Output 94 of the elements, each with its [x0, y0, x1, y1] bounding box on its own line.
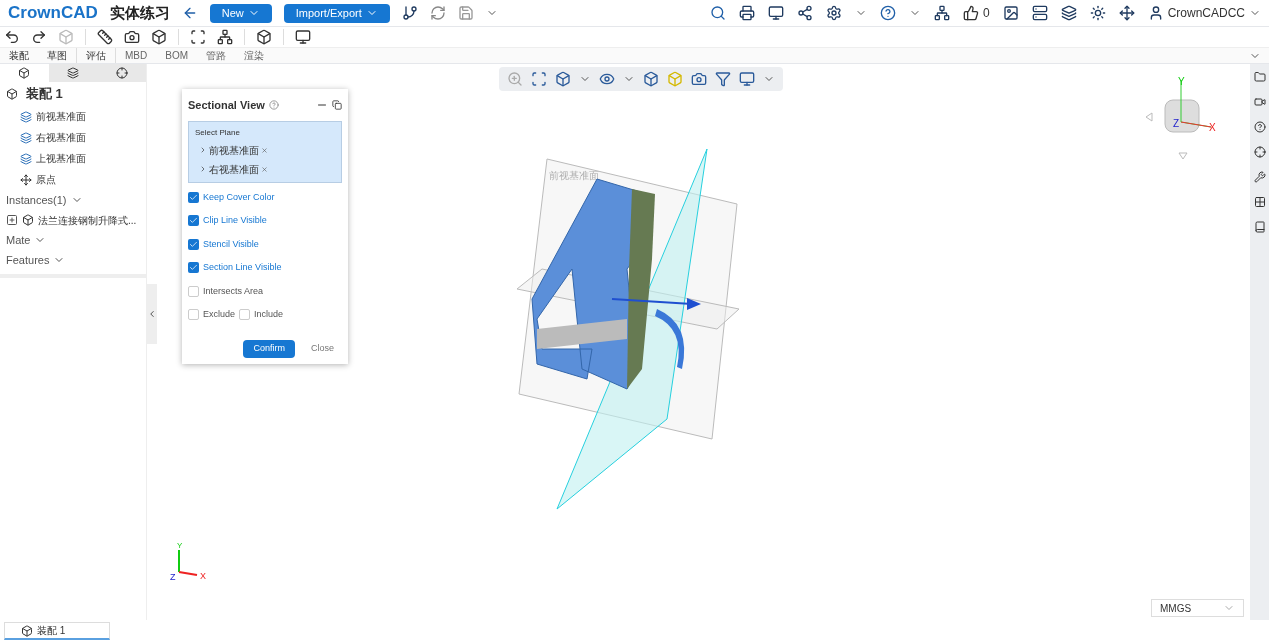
monitor-icon[interactable]: [295, 29, 311, 45]
menu-tab[interactable]: 管路: [197, 48, 235, 63]
section-header[interactable]: Features: [6, 251, 50, 269]
selected-plane: 前视基准面: [209, 143, 259, 158]
monitor-icon[interactable]: [767, 5, 784, 21]
layers-icon[interactable]: [1060, 5, 1077, 21]
menu-tab[interactable]: 装配: [0, 48, 38, 63]
scan-icon[interactable]: [190, 29, 206, 45]
section-header[interactable]: Instances(1): [6, 191, 67, 209]
units-dropdown[interactable]: MMGS: [1151, 599, 1244, 617]
camera-icon[interactable]: [124, 29, 140, 45]
expand-icon[interactable]: [6, 214, 18, 226]
assembly-icon[interactable]: [6, 88, 18, 100]
checkbox[interactable]: [188, 285, 199, 297]
tree-item[interactable]: 前视基准面: [36, 109, 86, 124]
section-header[interactable]: Mate: [6, 231, 31, 249]
toolbar-dropdown-button[interactable]: Import/Export: [283, 3, 390, 23]
checkbox-label[interactable]: Clip Line Visible: [203, 214, 267, 228]
cube-icon: [18, 67, 31, 79]
collapse-handle[interactable]: [147, 284, 157, 344]
cube-icon[interactable]: [256, 29, 272, 45]
folder-icon[interactable]: [1253, 71, 1266, 83]
menu-tab[interactable]: BOM: [156, 48, 197, 63]
hierarchy-icon[interactable]: [217, 29, 233, 45]
chevron-icon[interactable]: [199, 146, 207, 154]
field-label: Select Plane: [195, 126, 241, 139]
crosshair-icon: [115, 67, 128, 79]
cube-icon[interactable]: [555, 71, 571, 87]
fit-view-icon[interactable]: [531, 71, 547, 87]
confirm-button[interactable]: Confirm: [243, 339, 295, 358]
checkbox[interactable]: [188, 262, 199, 274]
filter-icon[interactable]: [715, 71, 731, 87]
menu-tab[interactable]: 渲染: [235, 48, 273, 63]
dialog-title: Sectional View: [188, 98, 265, 113]
checkbox-label[interactable]: Include: [254, 308, 284, 322]
assembly-icon: [21, 624, 33, 637]
undo-icon[interactable]: [4, 29, 20, 45]
tree-item[interactable]: 法兰连接钢制升降式...: [38, 212, 137, 228]
document-title: 实体练习: [109, 2, 170, 23]
branch-icon[interactable]: [401, 5, 418, 21]
ruler-icon[interactable]: [97, 29, 113, 45]
menu-tab[interactable]: 草图: [38, 48, 76, 63]
part-icon[interactable]: [22, 214, 34, 226]
save-icon[interactable]: [457, 5, 474, 21]
eye-icon[interactable]: [599, 71, 615, 87]
menu-tab[interactable]: 评估: [76, 48, 115, 63]
document-tab[interactable]: 装配 1: [4, 622, 110, 640]
checkbox[interactable]: [188, 238, 199, 250]
share-icon[interactable]: [796, 5, 813, 21]
restore-icon[interactable]: [332, 100, 342, 111]
image-icon[interactable]: [1002, 5, 1019, 21]
arrows-icon[interactable]: [1118, 5, 1135, 21]
close-button[interactable]: Close: [311, 341, 334, 356]
checkbox[interactable]: [188, 309, 199, 321]
redo-icon[interactable]: [31, 29, 47, 45]
checkbox[interactable]: [188, 191, 199, 203]
panel-tab[interactable]: [0, 64, 49, 82]
settings-icon[interactable]: [825, 5, 842, 21]
checkbox-label[interactable]: Intersects Area: [203, 284, 264, 298]
monitor-icon[interactable]: [739, 71, 755, 87]
target-icon[interactable]: [1253, 146, 1266, 158]
checkbox[interactable]: [188, 215, 199, 227]
menu-tab[interactable]: MBD: [115, 48, 157, 63]
wrench-icon[interactable]: [1253, 171, 1266, 183]
checkbox-label[interactable]: Section Line Visible: [203, 261, 282, 275]
layers-icon: [67, 67, 79, 79]
refresh-icon[interactable]: [429, 5, 446, 21]
checkbox-label[interactable]: Stencil Visible: [203, 237, 259, 251]
video-camera-icon[interactable]: [1253, 96, 1266, 108]
thumbs-up-icon[interactable]: [962, 5, 979, 21]
chevron-icon[interactable]: [199, 165, 207, 173]
server-icon[interactable]: [1031, 5, 1048, 21]
tree-item[interactable]: 右视基准面: [36, 130, 86, 145]
search-icon[interactable]: [709, 5, 726, 21]
logo: CrownCAD: [8, 2, 98, 25]
user-name[interactable]: CrownCADCC: [1167, 4, 1245, 22]
plane-selection-box[interactable]: Select Plane 前视基准面 右视基准面: [188, 120, 342, 183]
tree-root[interactable]: 装配 1: [26, 84, 63, 104]
selected-plane: 右视基准面: [209, 162, 259, 177]
checkbox[interactable]: [239, 309, 251, 321]
checker-icon[interactable]: [1253, 196, 1266, 208]
tree-item[interactable]: 原点: [36, 172, 56, 187]
cube-icon[interactable]: [151, 29, 167, 45]
tree-item[interactable]: 上视基准面: [36, 151, 86, 166]
help-icon[interactable]: [879, 5, 896, 21]
sun-icon[interactable]: [1089, 5, 1106, 21]
hierarchy-icon[interactable]: [933, 5, 950, 21]
printer-icon[interactable]: [738, 5, 755, 21]
book-icon[interactable]: [1253, 221, 1266, 233]
checkbox-label[interactable]: Keep Cover Color: [203, 190, 275, 204]
like-count: 0: [982, 5, 990, 22]
toolbar-dropdown-button[interactable]: New: [209, 3, 272, 23]
checkbox-label[interactable]: Exclude: [203, 308, 236, 322]
camera-icon[interactable]: [691, 71, 707, 87]
